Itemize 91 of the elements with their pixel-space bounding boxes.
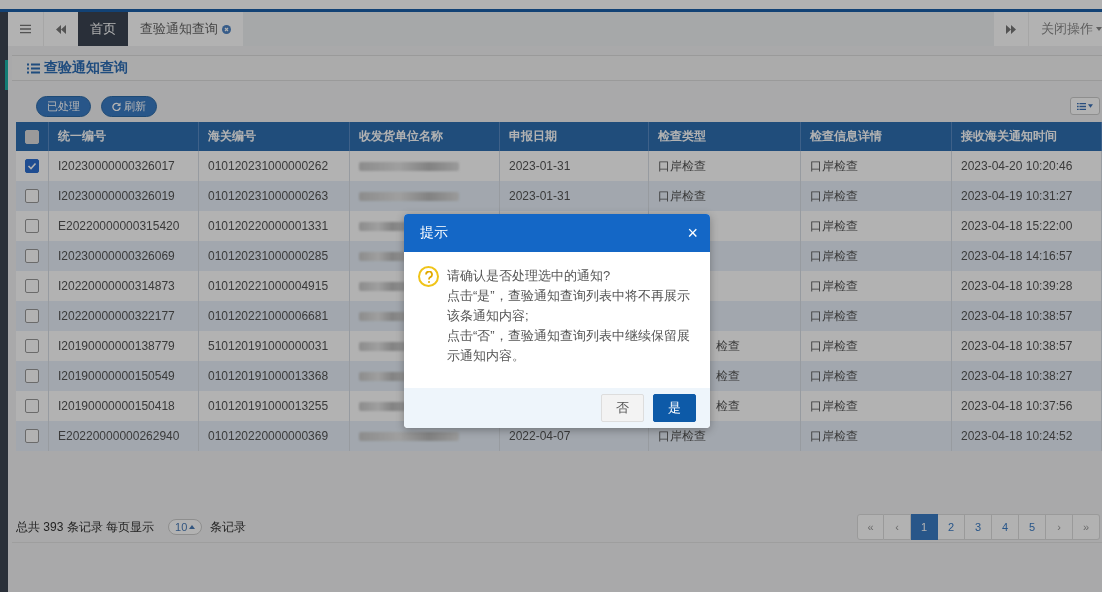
- dialog-message: 请确认是否处理选中的通知?: [447, 267, 612, 285]
- row-checkbox[interactable]: [25, 189, 39, 203]
- scroll-right-button[interactable]: [994, 12, 1028, 46]
- table-cell: 口岸检查: [658, 157, 706, 175]
- blurred-text: [359, 281, 407, 291]
- refresh-button[interactable]: 刷新: [101, 95, 157, 117]
- last-page-button[interactable]: »: [1073, 514, 1100, 540]
- menu-button[interactable]: [8, 12, 44, 46]
- close-actions-menu[interactable]: 关闭操作: [1028, 12, 1102, 46]
- page-button[interactable]: 3: [965, 514, 992, 540]
- refresh-icon: [112, 101, 121, 111]
- row-checkbox[interactable]: [25, 219, 39, 233]
- row-checkbox[interactable]: [25, 399, 39, 413]
- next-page-button[interactable]: ›: [1046, 514, 1073, 540]
- table-cell: 2023-01-31: [509, 159, 571, 173]
- table-cell: 口岸检查: [810, 247, 858, 265]
- table-cell: 2023-04-19 10:31:27: [961, 189, 1073, 203]
- menu-icon: [20, 24, 31, 34]
- accent-bar: [5, 60, 8, 90]
- table-cell: 口岸检查: [810, 367, 858, 385]
- page-size-dropdown[interactable]: 10: [168, 519, 203, 535]
- table-cell: 检查: [716, 337, 740, 355]
- columns-button[interactable]: [1070, 97, 1100, 115]
- row-checkbox[interactable]: [25, 279, 39, 293]
- table-cell: 口岸检查: [810, 157, 858, 175]
- table-cell: 口岸检查: [810, 187, 858, 205]
- select-all-checkbox[interactable]: [25, 129, 39, 144]
- table-cell: 口岸检查: [658, 427, 706, 445]
- table-cell: 口岸检查: [810, 427, 858, 445]
- dialog-title: 提示: [420, 224, 449, 242]
- table-cell: 2023-04-18 10:38:57: [961, 309, 1073, 323]
- table-cell: 2023-04-18 10:38:27: [961, 369, 1073, 383]
- page-tab[interactable]: 查验通知查询: [128, 12, 243, 46]
- dialog-message: 点击“否”，查验通知查询列表中继续保留展示通知内容。: [447, 327, 691, 365]
- table-cell: 口岸检查: [810, 397, 858, 415]
- blurred-text: [359, 371, 407, 381]
- record-count: 总共 393 条记录 每页显示: [16, 518, 155, 536]
- row-checkbox[interactable]: [25, 159, 39, 173]
- question-icon: [418, 266, 439, 287]
- table-cell: 2023-04-18 10:39:28: [961, 279, 1073, 293]
- row-checkbox[interactable]: [25, 339, 39, 353]
- action-button[interactable]: 已处理: [36, 95, 91, 117]
- table-cell: 2023-04-18 10:24:52: [961, 429, 1073, 443]
- double-right-arrow-icon: [1006, 24, 1016, 34]
- close-button[interactable]: ×: [687, 222, 698, 244]
- page-tab[interactable]: 首页: [78, 12, 128, 46]
- records-label: 条记录: [210, 518, 247, 536]
- table-cell: 口岸检查: [658, 187, 706, 205]
- list-icon: [27, 62, 40, 74]
- table-cell: 2023-04-20 10:20:46: [961, 159, 1073, 173]
- first-page-button[interactable]: «: [857, 514, 884, 540]
- blurred-text: [359, 311, 407, 321]
- table-cell: 口岸检查: [810, 337, 858, 355]
- close-icon[interactable]: [222, 24, 231, 34]
- table-cell: E20220000000262940: [49, 421, 199, 451]
- table-cell: 口岸检查: [810, 307, 858, 325]
- table-cell: 2023-01-31: [509, 189, 571, 203]
- table-cell: 2023-04-18 15:22:00: [961, 219, 1073, 233]
- row-checkbox[interactable]: [25, 369, 39, 383]
- double-left-arrow-icon: [56, 24, 66, 34]
- list-icon: [1077, 101, 1087, 111]
- blurred-text: [359, 251, 407, 261]
- confirm-button[interactable]: 是: [653, 394, 696, 422]
- page-title: 查验通知查询: [44, 59, 128, 77]
- dialog-message: 点击“是”，查验通知查询列表中将不再展示该条通知内容;: [447, 287, 691, 325]
- table-cell: 口岸检查: [810, 277, 858, 295]
- blurred-text: [359, 221, 407, 231]
- row-checkbox[interactable]: [25, 429, 39, 443]
- caret-icon: [1088, 104, 1093, 108]
- page-button[interactable]: 1: [911, 514, 938, 540]
- blurred-text: [359, 401, 407, 411]
- table-cell: 检查: [716, 367, 740, 385]
- caret-icon: [189, 525, 196, 529]
- cancel-button[interactable]: 否: [601, 394, 644, 422]
- page-button[interactable]: 2: [938, 514, 965, 540]
- caret-icon: [1096, 27, 1102, 31]
- blurred-text: [359, 341, 407, 351]
- table-cell: 口岸检查: [810, 217, 858, 235]
- table-cell: 010120220000000369: [199, 421, 350, 451]
- table-cell: 检查: [716, 397, 740, 415]
- prev-page-button[interactable]: ‹: [884, 514, 911, 540]
- row-checkbox[interactable]: [25, 309, 39, 323]
- table-cell: 2023-04-18 10:37:56: [961, 399, 1073, 413]
- table-cell: 2023-04-18 10:38:57: [961, 339, 1073, 353]
- table-cell: 2023-04-18 14:16:57: [961, 249, 1073, 263]
- page-button[interactable]: 5: [1019, 514, 1046, 540]
- table-cell: 2022-04-07: [509, 429, 571, 443]
- scroll-left-button[interactable]: [44, 12, 78, 46]
- row-checkbox[interactable]: [25, 249, 39, 263]
- checkmark-icon: [26, 160, 38, 172]
- page-button[interactable]: 4: [992, 514, 1019, 540]
